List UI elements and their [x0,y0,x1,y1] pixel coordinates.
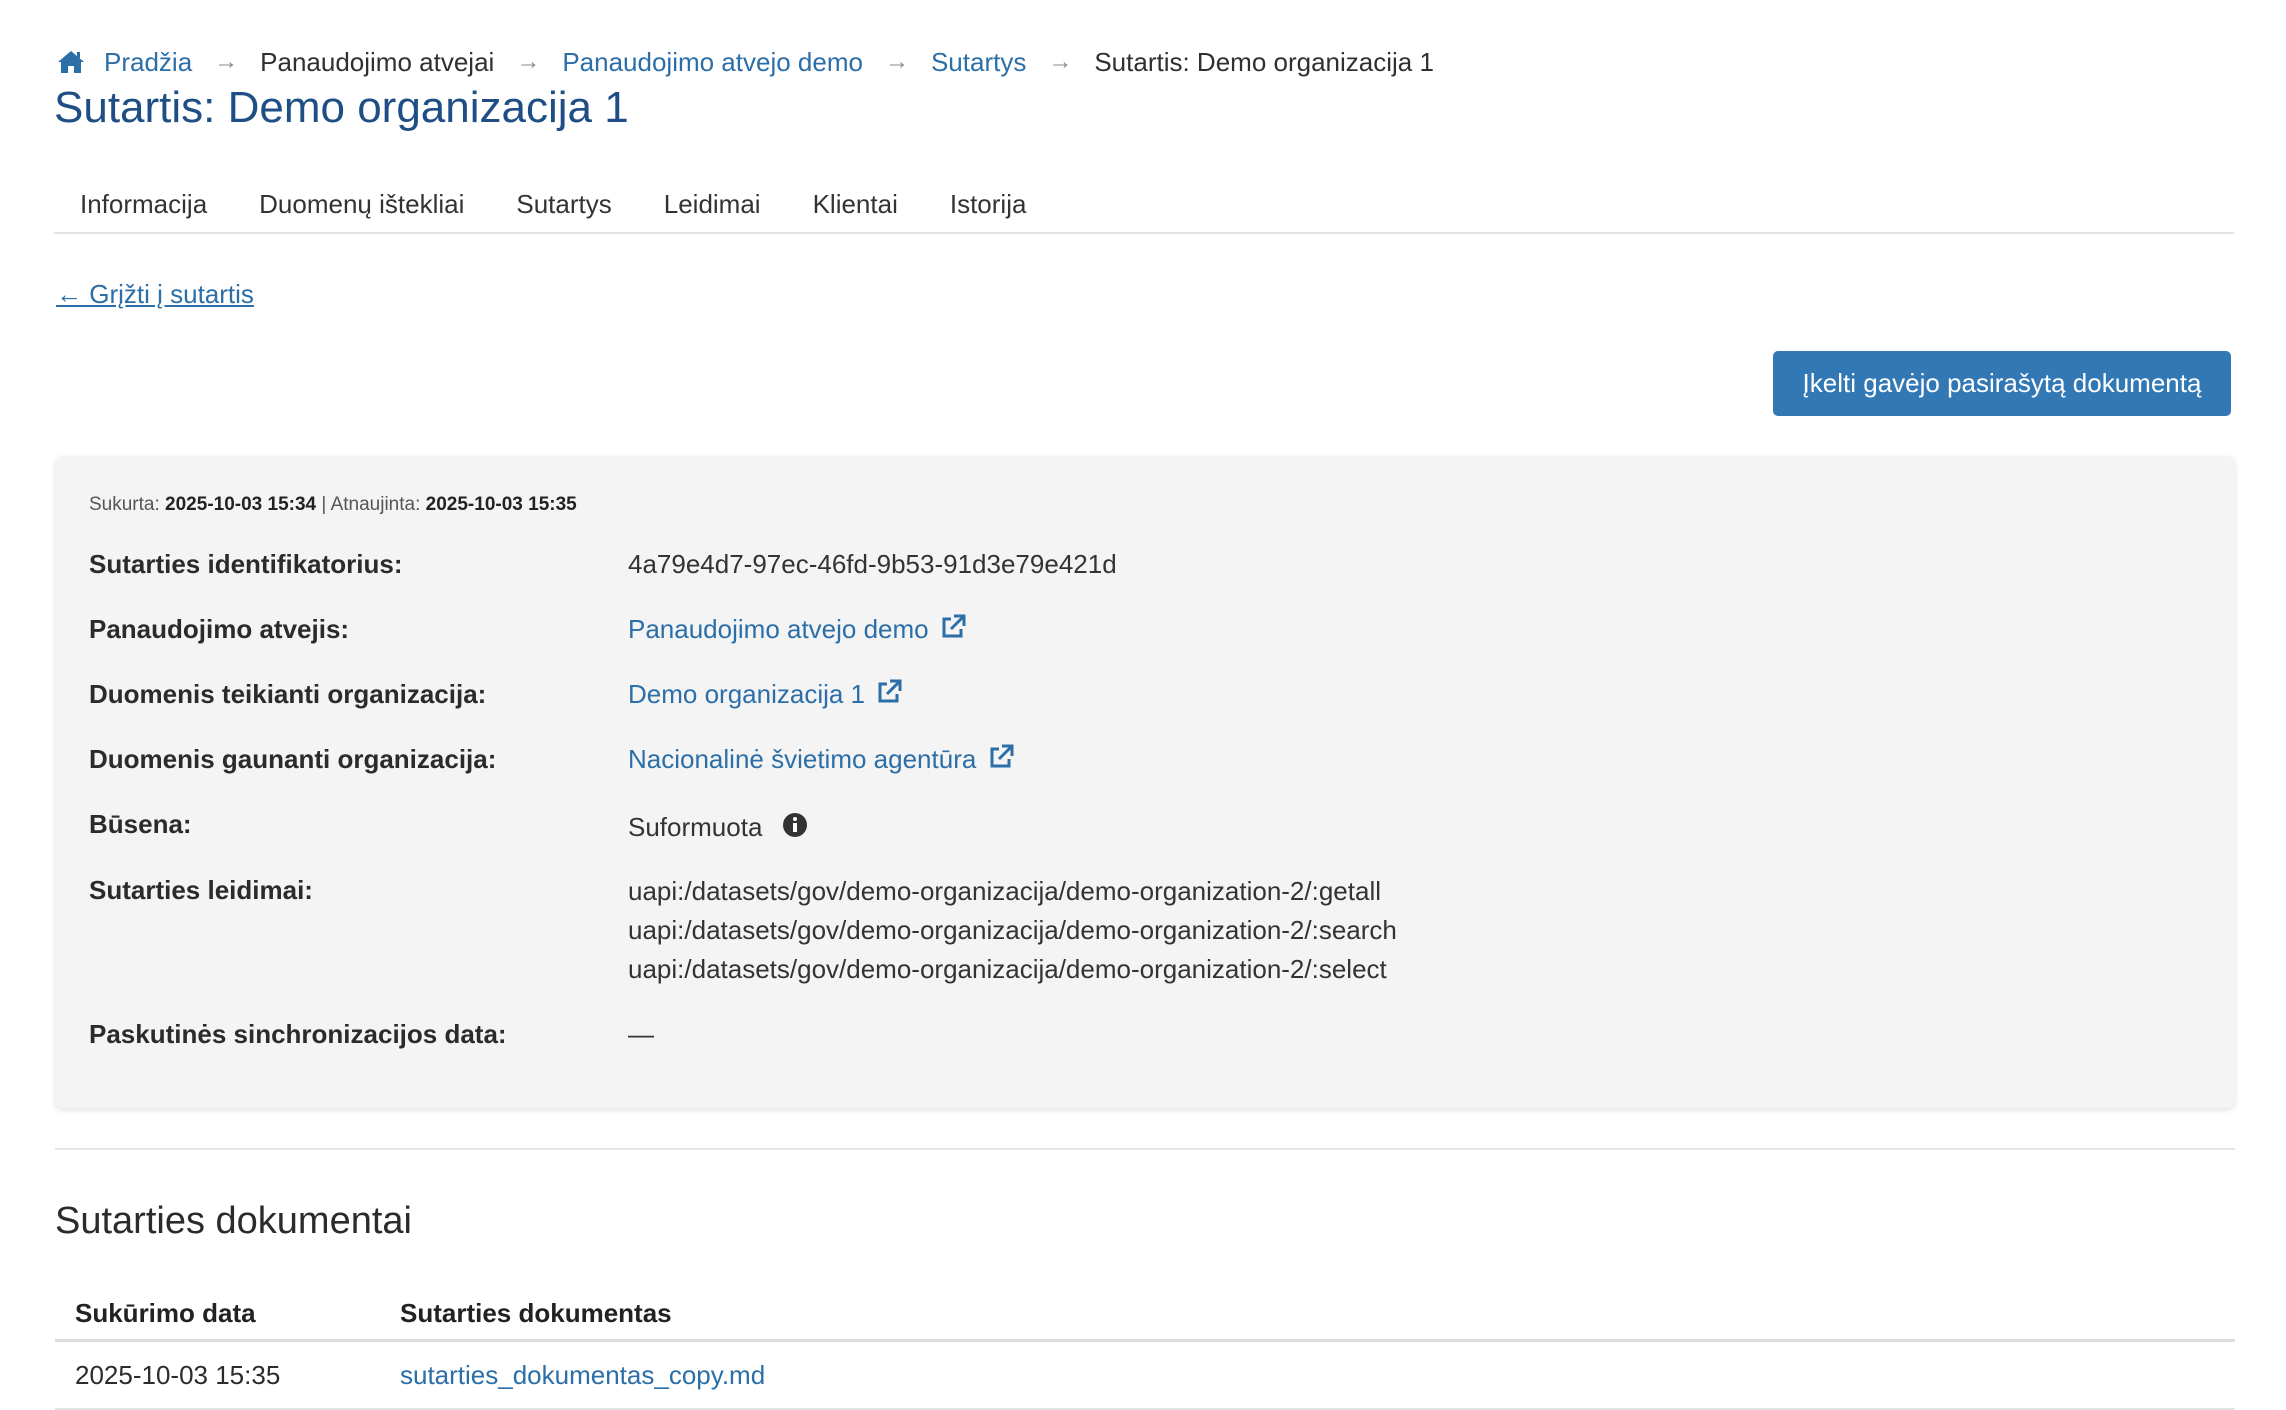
tab-agreements[interactable]: Sutartys [490,176,637,232]
last-sync-value: — [628,1019,654,1049]
use-case-label: Panaudojimo atvejis: [89,614,350,644]
detail-row-receiver: Duomenis gaunanti organizacija: Nacional… [89,741,1014,777]
table-row: 2025-10-03 15:35 sutarties_dokumentas_co… [55,1342,2235,1410]
updated-label: Atnaujinta: [330,494,421,515]
updated-value: 2025-10-03 15:35 [425,494,577,515]
table-header-row: Sukūrimo data Sutarties dokumentas [55,1288,2235,1342]
tab-bar: Informacija Duomenų ištekliai Sutartys L… [54,176,2234,234]
detail-row-last-sync: Paskutinės sinchronizacijos data: — [89,1016,654,1052]
created-value: 2025-10-03 15:34 [165,494,317,515]
receiver-label: Duomenis gaunanti organizacija: [89,744,497,774]
breadcrumb: Pradžia → Panaudojimo atvejai → Panaudoj… [56,44,1434,80]
info-icon[interactable] [782,812,808,838]
breadcrumb-agreements-link[interactable]: Sutartys [931,44,1026,80]
breadcrumb-use-cases: Panaudojimo atvejai [260,47,495,77]
detail-row-permissions: Sutarties leidimai: uapi:/datasets/gov/d… [89,872,1397,989]
external-link-icon[interactable] [988,744,1014,770]
documents-section-title: Sutarties dokumentai [55,1200,412,1242]
agreement-details-card: Sukurta: 2025-10-03 15:34 | Atnaujinta: … [55,456,2235,1108]
provider-label: Duomenis teikianti organizacija: [89,679,487,709]
breadcrumb-current: Sutartis: Demo organizacija 1 [1094,47,1434,77]
arrow-right-icon: → [516,48,541,75]
permissions-list: uapi:/datasets/gov/demo-organizacija/dem… [628,872,1397,989]
arrow-right-icon: → [884,48,909,75]
arrow-right-icon: → [214,48,239,75]
upload-signed-document-button[interactable]: Įkelti gavėjo pasirašytą dokumentą [1773,351,2231,416]
permissions-label: Sutarties leidimai: [89,875,313,905]
back-to-agreements-link[interactable]: ← Grįžti į sutartis [56,276,254,312]
detail-row-status: Būsena: Suformuota [89,806,808,845]
external-link-icon[interactable] [876,679,902,705]
detail-row-provider: Duomenis teikianti organizacija: Demo or… [89,676,902,712]
tab-clients[interactable]: Klientai [787,176,924,232]
document-date: 2025-10-03 15:35 [75,1359,281,1390]
home-icon[interactable] [56,49,86,75]
external-link-icon[interactable] [940,614,966,640]
tab-history[interactable]: Istorija [924,176,1053,232]
meta-separator: | [321,494,327,515]
column-header-date: Sukūrimo data [75,1298,256,1328]
breadcrumb-home-link[interactable]: Pradžia [104,44,192,80]
receiver-link[interactable]: Nacionalinė švietimo agentūra [628,744,976,774]
timestamps: Sukurta: 2025-10-03 15:34 | Atnaujinta: … [89,490,577,520]
id-value: 4a79e4d7-97ec-46fd-9b53-91d3e79e421d [628,549,1117,579]
column-header-document: Sutarties dokumentas [400,1298,672,1328]
status-value: Suformuota [628,812,763,842]
permission-item: uapi:/datasets/gov/demo-organizacija/dem… [628,876,1381,906]
provider-link[interactable]: Demo organizacija 1 [628,679,865,709]
permission-item: uapi:/datasets/gov/demo-organizacija/dem… [628,915,1397,945]
last-sync-label: Paskutinės sinchronizacijos data: [89,1019,507,1049]
page: Pradžia → Panaudojimo atvejai → Panaudoj… [0,0,2286,1410]
tab-information[interactable]: Informacija [54,176,233,232]
id-label: Sutarties identifikatorius: [89,549,403,579]
status-label: Būsena: [89,809,192,839]
breadcrumb-use-case-demo-link[interactable]: Panaudojimo atvejo demo [562,44,863,80]
arrow-right-icon: → [1048,48,1073,75]
use-case-link[interactable]: Panaudojimo atvejo demo [628,614,929,644]
detail-row-use-case: Panaudojimo atvejis: Panaudojimo atvejo … [89,611,966,647]
document-file-link[interactable]: sutarties_dokumentas_copy.md [400,1360,765,1390]
page-title: Sutartis: Demo organizacija 1 [54,83,629,132]
tab-datasets[interactable]: Duomenų ištekliai [233,176,490,232]
section-divider [55,1148,2235,1150]
tab-permissions[interactable]: Leidimai [638,176,787,232]
permission-item: uapi:/datasets/gov/demo-organizacija/dem… [628,954,1387,984]
created-label: Sukurta: [89,494,160,515]
detail-row-id: Sutarties identifikatorius: 4a79e4d7-97e… [89,546,1117,582]
